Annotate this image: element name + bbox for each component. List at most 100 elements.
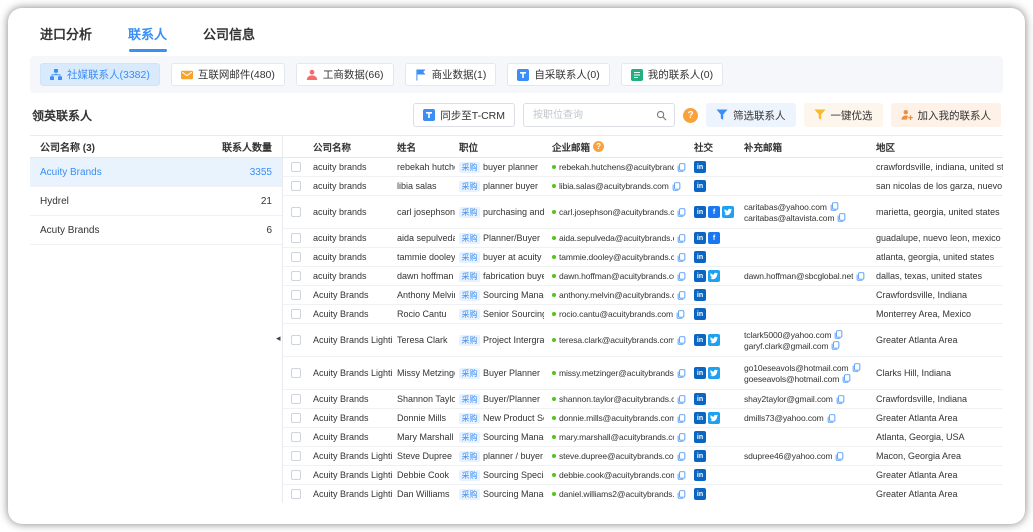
row-checkbox[interactable] [291, 470, 301, 480]
copy-icon[interactable] [677, 291, 686, 300]
copy-icon[interactable] [830, 202, 839, 211]
table-row[interactable]: Acuity Brands LightingTeresa Clark采购Proj… [283, 324, 1003, 357]
row-checkbox[interactable] [291, 413, 301, 423]
linkedin-icon[interactable]: in [694, 270, 706, 282]
row-checkbox[interactable] [291, 394, 301, 404]
twitter-icon[interactable] [722, 206, 734, 218]
linkedin-icon[interactable]: in [694, 206, 706, 218]
twitter-icon[interactable] [708, 334, 720, 346]
row-checkbox[interactable] [291, 309, 301, 319]
copy-icon[interactable] [677, 272, 686, 281]
copy-icon[interactable] [835, 452, 844, 461]
table-row[interactable]: acuity brandsrebekah hutchens采购buyer pla… [283, 158, 1003, 177]
row-checkbox[interactable] [291, 271, 301, 281]
copy-icon[interactable] [842, 374, 851, 383]
help-icon[interactable]: ? [683, 108, 698, 123]
chip-social-media-contacts[interactable]: 社媒联系人(3382) [40, 63, 160, 86]
facebook-icon[interactable]: f [708, 232, 720, 244]
table-row[interactable]: Acuity Brands LightingSteve Dupree采购plan… [283, 447, 1003, 466]
linkedin-icon[interactable]: in [694, 180, 706, 192]
table-row[interactable]: acuity brandscarl josephson采购purchasing … [283, 196, 1003, 229]
twitter-icon[interactable] [708, 367, 720, 379]
copy-icon[interactable] [677, 490, 686, 499]
one-click-optimize-button[interactable]: 一键优选 [804, 103, 883, 127]
copy-icon[interactable] [672, 182, 681, 191]
row-checkbox[interactable] [291, 181, 301, 191]
table-row[interactable]: Acuity Brands LightingMissy Metzinger采购B… [283, 357, 1003, 390]
linkedin-icon[interactable]: in [694, 334, 706, 346]
search-icon[interactable] [656, 110, 667, 121]
copy-icon[interactable] [856, 272, 865, 281]
copy-icon[interactable] [677, 452, 686, 461]
copy-icon[interactable] [836, 395, 845, 404]
copy-icon[interactable] [834, 330, 843, 339]
table-row[interactable]: Acuity BrandsMary Marshall采购Sourcing Man… [283, 428, 1003, 447]
table-row[interactable]: Acuity BrandsShannon Taylor采购Buyer/Plann… [283, 390, 1003, 409]
chip-internet-emails[interactable]: 互联网邮件(480) [171, 63, 285, 86]
row-checkbox[interactable] [291, 432, 301, 442]
company-row[interactable]: Hydrel21 [30, 187, 282, 216]
linkedin-icon[interactable]: in [694, 412, 706, 424]
tab-import-analysis[interactable]: 进口分析 [40, 24, 92, 52]
copy-icon[interactable] [677, 395, 686, 404]
facebook-icon[interactable]: f [708, 206, 720, 218]
linkedin-icon[interactable]: in [694, 393, 706, 405]
table-row[interactable]: Acuity Brands LightingDan Williams采购Sour… [283, 485, 1003, 503]
twitter-icon[interactable] [708, 412, 720, 424]
table-row[interactable]: Acuity Brands LightingDebbie Cook采购Sourc… [283, 466, 1003, 485]
table-row[interactable]: acuity brandstammie dooley采购buyer at acu… [283, 248, 1003, 267]
linkedin-icon[interactable]: in [694, 232, 706, 244]
email-help-icon[interactable]: ? [593, 141, 604, 152]
add-to-my-contacts-button[interactable]: 加入我的联系人 [891, 103, 1002, 127]
copy-icon[interactable] [677, 471, 686, 480]
copy-icon[interactable] [677, 414, 686, 423]
copy-icon[interactable] [837, 213, 846, 222]
chip-commercial-data[interactable]: 商业数据(1) [405, 63, 497, 86]
copy-icon[interactable] [677, 208, 686, 217]
search-box[interactable] [523, 103, 675, 127]
table-row[interactable]: acuity brandsdawn hoffman采购fabrication b… [283, 267, 1003, 286]
copy-icon[interactable] [677, 234, 686, 243]
linkedin-icon[interactable]: in [694, 488, 706, 500]
company-row[interactable]: Acuity Brands3355 [30, 158, 282, 187]
tab-company-info[interactable]: 公司信息 [203, 24, 255, 52]
table-row[interactable]: acuity brandsaida sepulveda采购Planner/Buy… [283, 229, 1003, 248]
copy-icon[interactable] [677, 336, 686, 345]
linkedin-icon[interactable]: in [694, 469, 706, 481]
twitter-icon[interactable] [708, 270, 720, 282]
copy-icon[interactable] [827, 414, 836, 423]
chip-self-collected-contacts[interactable]: 自采联系人(0) [507, 63, 609, 86]
tab-contacts[interactable]: 联系人 [128, 24, 167, 52]
linkedin-icon[interactable]: in [694, 251, 706, 263]
copy-icon[interactable] [831, 341, 840, 350]
table-row[interactable]: acuity brandslibia salas采购planner buyerl… [283, 177, 1003, 196]
linkedin-icon[interactable]: in [694, 431, 706, 443]
row-checkbox[interactable] [291, 335, 301, 345]
copy-icon[interactable] [676, 310, 685, 319]
row-checkbox[interactable] [291, 207, 301, 217]
row-checkbox[interactable] [291, 290, 301, 300]
row-checkbox[interactable] [291, 162, 301, 172]
linkedin-icon[interactable]: in [694, 289, 706, 301]
table-row[interactable]: Acuity BrandsAnthony Melvin采购Sourcing Ma… [283, 286, 1003, 305]
filter-contacts-button[interactable]: 筛选联系人 [706, 103, 796, 127]
collapse-panel-handle[interactable]: ◂ [276, 334, 281, 343]
linkedin-icon[interactable]: in [694, 308, 706, 320]
row-checkbox[interactable] [291, 368, 301, 378]
copy-icon[interactable] [677, 253, 686, 262]
table-row[interactable]: Acuity BrandsRocio Cantu采购Senior Sourcin… [283, 305, 1003, 324]
company-row[interactable]: Acuty Brands6 [30, 216, 282, 245]
row-checkbox[interactable] [291, 252, 301, 262]
copy-icon[interactable] [677, 433, 686, 442]
sync-to-tcrm-button[interactable]: 同步至T-CRM [413, 103, 515, 127]
chip-my-contacts[interactable]: 我的联系人(0) [621, 63, 723, 86]
row-checkbox[interactable] [291, 489, 301, 499]
row-checkbox[interactable] [291, 451, 301, 461]
linkedin-icon[interactable]: in [694, 367, 706, 379]
linkedin-icon[interactable]: in [694, 450, 706, 462]
row-checkbox[interactable] [291, 233, 301, 243]
copy-icon[interactable] [677, 369, 686, 378]
copy-icon[interactable] [852, 363, 861, 372]
search-input[interactable] [531, 109, 656, 122]
table-row[interactable]: Acuity BrandsDonnie Mills采购New Product S… [283, 409, 1003, 428]
